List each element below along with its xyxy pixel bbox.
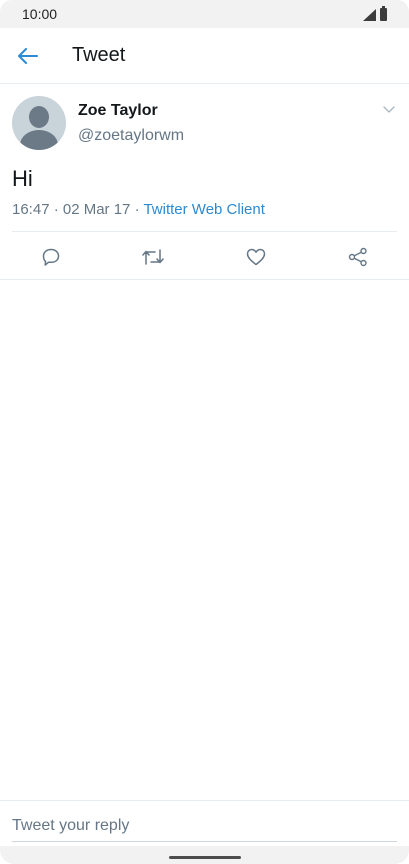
app-bar: Tweet [0, 28, 409, 84]
status-bar: 10:00 [0, 0, 409, 28]
status-time: 10:00 [22, 6, 58, 22]
page-title: Tweet [72, 44, 126, 66]
reply-input-underline [12, 841, 397, 842]
tweet-timestamp: 16:47 · 02 Mar 17 · [12, 201, 144, 218]
tweet-detail-screen: 10:00 Tweet Zoe Taylor @zoetaylorwm Hi 1… [0, 0, 409, 864]
tweet-menu-button[interactable] [379, 102, 399, 118]
author-handle[interactable]: @zoetaylorwm [78, 127, 184, 145]
avatar-body-shape [20, 130, 58, 150]
tweet-detail: Zoe Taylor @zoetaylorwm Hi 16:47 · 02 Ma… [0, 85, 409, 280]
arrow-left-icon [18, 48, 38, 64]
system-nav-bar [0, 846, 409, 864]
status-icons [363, 6, 387, 21]
home-gesture-pill[interactable] [169, 856, 241, 859]
reply-bubble-icon [42, 248, 60, 266]
tweet-meta: 16:47 · 02 Mar 17 · Twitter Web Client [12, 201, 265, 218]
default-avatar-icon [29, 106, 49, 128]
avatar[interactable] [12, 96, 66, 150]
share-icon [348, 247, 367, 267]
back-button[interactable] [10, 38, 46, 74]
tweet-actions [0, 242, 409, 272]
author-display-name[interactable]: Zoe Taylor [78, 102, 158, 120]
retweet-icon [142, 249, 164, 265]
like-button[interactable] [241, 242, 271, 272]
divider [12, 231, 397, 232]
reply-bar [0, 800, 409, 846]
tweet-source-link[interactable]: Twitter Web Client [143, 201, 264, 218]
reply-input[interactable] [12, 815, 397, 837]
cellular-signal-icon [363, 9, 376, 21]
retweet-button[interactable] [138, 242, 168, 272]
share-button[interactable] [343, 242, 373, 272]
heart-icon [246, 248, 266, 266]
reply-button[interactable] [36, 242, 66, 272]
chevron-down-icon [383, 106, 395, 113]
battery-icon [380, 6, 387, 21]
tweet-text: Hi [12, 166, 33, 191]
